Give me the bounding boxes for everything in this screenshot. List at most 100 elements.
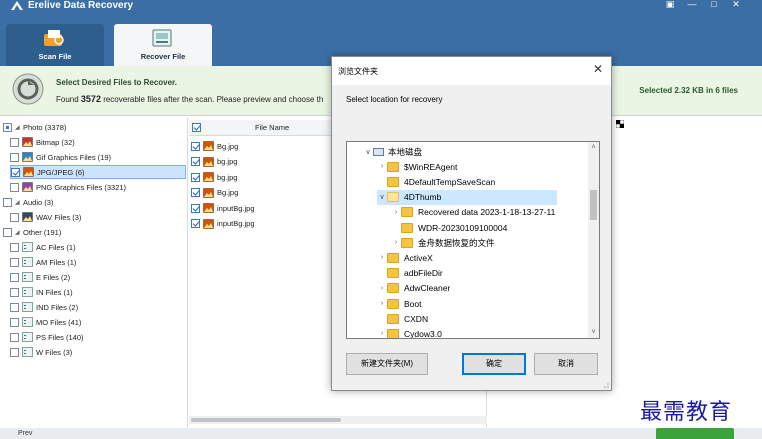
file-row[interactable]: bg.jpg	[191, 170, 237, 184]
tree-item[interactable]: Bitmap (32)	[10, 135, 186, 149]
folder-tree-label: 4DThumb	[404, 192, 442, 203]
tree-item[interactable]: ◢ Photo (3378)	[3, 120, 185, 134]
select-all-checkbox[interactable]	[192, 123, 201, 132]
recover-button[interactable]	[656, 428, 734, 439]
jpg-icon	[203, 218, 214, 229]
tree-item[interactable]: AC Files (1)	[10, 240, 186, 254]
scroll-down-icon[interactable]: ˅	[588, 327, 599, 338]
tree-item[interactable]: WAV Files (3)	[10, 210, 186, 224]
expand-chevron-icon[interactable]: ›	[377, 300, 387, 307]
cancel-button[interactable]: 取消	[534, 353, 598, 375]
folder-tree-scrollbar[interactable]: ˄ ˅	[588, 142, 599, 338]
file-row-checkbox[interactable]	[191, 141, 200, 151]
minimize-icon[interactable]: —	[686, 0, 698, 9]
tree-item[interactable]: IND Files (2)	[10, 300, 186, 314]
folder-tree-item[interactable]: › $WinREAgent	[377, 159, 597, 174]
expand-chevron-icon[interactable]: ›	[377, 163, 387, 170]
wav-icon	[22, 212, 33, 222]
scroll-thumb[interactable]	[590, 190, 597, 220]
folder-tree-item[interactable]: ∨ 本地磁盘	[363, 144, 583, 159]
file-icon	[22, 332, 33, 342]
tree-item[interactable]: AM Files (1)	[10, 255, 186, 269]
tree-item[interactable]: PNG Graphics Files (3321)	[10, 180, 186, 194]
folder-tree-item[interactable]: WDR-20230109100004	[391, 220, 599, 235]
file-row-checkbox[interactable]	[191, 203, 200, 213]
tree-item[interactable]: IN Files (1)	[10, 285, 186, 299]
tree-item-checkbox[interactable]	[10, 242, 19, 252]
tree-item-checkbox[interactable]	[10, 317, 19, 327]
expand-chevron-icon[interactable]: ›	[391, 209, 401, 216]
tree-item-checkbox[interactable]	[10, 347, 19, 357]
tree-item[interactable]: MO Files (41)	[10, 315, 186, 329]
expand-icon[interactable]: ◢	[15, 229, 23, 236]
tree-item[interactable]: ◢ Audio (3)	[3, 195, 185, 209]
folder-tree-item[interactable]: ∨ 4DThumb	[377, 189, 557, 205]
dialog-close-icon[interactable]: ✕	[593, 62, 603, 76]
tree-item-checkbox[interactable]	[3, 197, 12, 207]
file-row[interactable]: bg.jpg	[191, 155, 237, 169]
folder-icon	[387, 268, 399, 279]
expand-chevron-icon[interactable]: ›	[377, 254, 387, 261]
selected-summary: Selected 2.32 KB in 6 files	[639, 86, 738, 95]
file-row[interactable]: inputBg.jpg	[191, 217, 255, 231]
feedback-icon[interactable]: ▣	[664, 0, 676, 9]
folder-tree-item[interactable]: › Recovered data 2023-1-18-13-27-11	[391, 205, 599, 220]
folder-tree-label: AdwCleaner	[404, 283, 451, 294]
file-row-checkbox[interactable]	[191, 219, 200, 228]
tree-item-checkbox[interactable]	[10, 137, 19, 147]
folder-icon	[387, 283, 399, 294]
file-row[interactable]: Bg.jpg	[191, 139, 238, 153]
tree-item-checkbox[interactable]	[3, 122, 12, 132]
tree-item[interactable]: ◢ Other (191)	[3, 225, 185, 239]
new-folder-button[interactable]: 新建文件夹(M)	[346, 353, 428, 375]
tree-item-checkbox[interactable]	[10, 152, 19, 162]
tree-item-checkbox[interactable]	[3, 227, 12, 237]
expand-chevron-icon[interactable]: ›	[377, 285, 387, 292]
tree-item-checkbox[interactable]	[10, 182, 19, 192]
tree-item[interactable]: JPG/JPEG (6)	[10, 165, 186, 179]
tree-item-checkbox[interactable]	[10, 257, 19, 267]
expand-icon[interactable]: ◢	[15, 199, 23, 206]
restore-icon[interactable]: □	[708, 0, 720, 9]
folder-tree-item[interactable]: CXDN	[377, 311, 597, 326]
dialog-prompt: Select location for recovery	[346, 95, 443, 104]
expand-chevron-icon[interactable]: ›	[391, 239, 401, 246]
tab-recover-file[interactable]: Recover File	[114, 24, 212, 66]
file-row-checkbox[interactable]	[191, 172, 200, 182]
tree-item[interactable]: Gif Graphics Files (19)	[10, 150, 186, 164]
file-list-hscrollbar[interactable]	[189, 416, 487, 424]
ok-button[interactable]: 确定	[462, 353, 526, 375]
folder-tree-item[interactable]: › 金舟数据恢复的文件	[391, 235, 599, 250]
tree-item-checkbox[interactable]	[10, 287, 19, 297]
tree-item[interactable]: PS Files (140)	[10, 330, 186, 344]
expand-chevron-icon[interactable]: ∨	[363, 148, 373, 156]
prev-button[interactable]: Prev	[18, 430, 32, 437]
folder-tree-item[interactable]: 4DefaultTempSaveScan	[377, 174, 597, 189]
scroll-up-icon[interactable]: ˄	[588, 142, 599, 153]
resize-grip-icon[interactable]	[601, 380, 609, 388]
file-row-checkbox[interactable]	[191, 188, 200, 197]
file-row-checkbox[interactable]	[191, 157, 200, 166]
file-row[interactable]: inputBg.jpg	[191, 201, 255, 215]
file-row-name: bg.jpg	[217, 157, 238, 166]
folder-tree-item[interactable]: adbFileDir	[377, 266, 597, 281]
expand-chevron-icon[interactable]: ›	[377, 330, 387, 337]
tree-item[interactable]: E Files (2)	[10, 270, 186, 284]
close-icon[interactable]: ✕	[730, 0, 742, 9]
tab-scan-file-label: Scan File	[38, 52, 72, 61]
folder-tree-item[interactable]: › ActiveX	[377, 250, 597, 265]
tree-item-checkbox[interactable]	[10, 212, 19, 222]
column-file-name[interactable]: File Name	[255, 123, 289, 132]
folder-tree-item[interactable]: › Cydow3.0	[377, 326, 597, 338]
tree-item-checkbox[interactable]	[11, 167, 20, 177]
tree-item-checkbox[interactable]	[10, 272, 19, 282]
tree-item-checkbox[interactable]	[10, 302, 19, 312]
tree-item-checkbox[interactable]	[10, 332, 19, 342]
expand-icon[interactable]: ◢	[15, 124, 23, 131]
folder-tree-item[interactable]: › AdwCleaner	[377, 281, 597, 296]
expand-chevron-icon[interactable]: ∨	[377, 193, 387, 201]
tab-scan-file[interactable]: Scan File	[6, 24, 104, 66]
folder-tree-item[interactable]: › Boot	[377, 296, 597, 311]
tree-item[interactable]: W Files (3)	[10, 345, 186, 359]
file-row[interactable]: Bg.jpg	[191, 186, 238, 200]
